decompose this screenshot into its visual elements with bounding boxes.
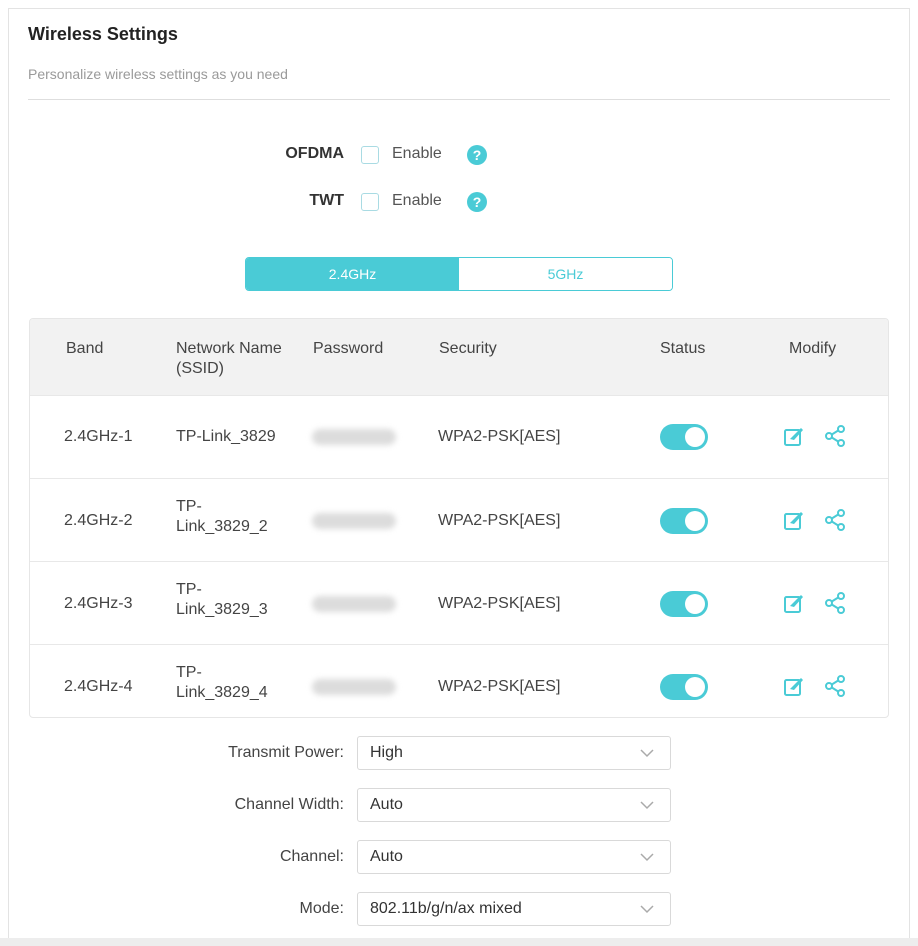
tab-5ghz[interactable]: 5GHz xyxy=(459,258,672,290)
row-ssid: TP- Link_3829_3 xyxy=(176,580,268,620)
transmit-power-select[interactable]: High xyxy=(357,736,671,770)
mode-value: 802.11b/g/n/ax mixed xyxy=(370,900,522,917)
row-ssid: TP-Link_3829 xyxy=(176,427,276,447)
ofdma-label: OFDMA xyxy=(285,145,344,162)
share-icon[interactable] xyxy=(823,591,847,615)
channel-label: Channel: xyxy=(279,848,344,865)
mode-select[interactable]: 802.11b/g/n/ax mixed xyxy=(357,892,671,926)
row-security: WPA2-PSK[AES] xyxy=(438,678,561,695)
tab-2-4ghz[interactable]: 2.4GHz xyxy=(246,258,459,290)
share-icon[interactable] xyxy=(823,508,847,532)
row-band: 2.4GHz-4 xyxy=(64,678,133,695)
chevron-down-icon xyxy=(640,905,654,914)
chevron-down-icon xyxy=(640,749,654,758)
edit-icon[interactable] xyxy=(782,509,806,533)
row-ssid-line1: TP- xyxy=(176,498,202,515)
row-band: 2.4GHz-1 xyxy=(64,428,133,445)
row-ssid-line1: TP-Link_3829 xyxy=(176,428,276,445)
header-modify: Modify xyxy=(789,340,837,357)
band-selector: 2.4GHz 5GHz xyxy=(245,257,673,291)
status-toggle[interactable] xyxy=(660,508,708,534)
row-password-masked xyxy=(312,429,396,445)
ofdma-enable-label: Enable xyxy=(392,145,442,162)
row-security: WPA2-PSK[AES] xyxy=(438,512,561,529)
row-ssid-line2: Link_3829_2 xyxy=(176,518,268,535)
row-ssid: TP- Link_3829_4 xyxy=(176,663,268,703)
channel-value: Auto xyxy=(370,848,403,865)
row-ssid-line2: Link_3829_3 xyxy=(176,601,268,618)
ofdma-enable-checkbox[interactable] xyxy=(361,146,379,164)
channel-width-select[interactable]: Auto xyxy=(357,788,671,822)
mode-label: Mode: xyxy=(299,900,344,917)
table-row: 2.4GHz-3 TP- Link_3829_3 WPA2-PSK[AES] xyxy=(30,561,888,644)
row-ssid-line2: Link_3829_4 xyxy=(176,684,268,701)
twt-label: TWT xyxy=(309,192,344,209)
twt-enable-checkbox[interactable] xyxy=(361,193,379,211)
channel-width-label: Channel Width: xyxy=(234,796,344,813)
share-icon[interactable] xyxy=(823,674,847,698)
status-toggle[interactable] xyxy=(660,424,708,450)
network-table: Band Network Name (SSID) Password Securi… xyxy=(29,318,889,718)
table-row: 2.4GHz-1 TP-Link_3829 WPA2-PSK[AES] xyxy=(30,395,888,478)
row-band: 2.4GHz-3 xyxy=(64,595,133,612)
table-header: Band Network Name (SSID) Password Securi… xyxy=(30,319,888,395)
row-ssid: TP- Link_3829_2 xyxy=(176,497,268,537)
channel-width-value: Auto xyxy=(370,796,403,813)
transmit-power-label: Transmit Power: xyxy=(228,744,344,761)
header-band: Band xyxy=(66,340,104,357)
header-status: Status xyxy=(660,340,706,357)
channel-select[interactable]: Auto xyxy=(357,840,671,874)
header-network-name: Network Name (SSID) xyxy=(176,339,282,379)
bottom-border xyxy=(0,938,918,946)
row-security: WPA2-PSK[AES] xyxy=(438,595,561,612)
page-subtitle: Personalize wireless settings as you nee… xyxy=(28,66,288,82)
row-password-masked xyxy=(312,596,396,612)
status-toggle[interactable] xyxy=(660,674,708,700)
help-icon[interactable]: ? xyxy=(467,192,487,212)
header-ssid-line1: Network Name xyxy=(176,340,282,357)
row-security: WPA2-PSK[AES] xyxy=(438,428,561,445)
twt-enable-label: Enable xyxy=(392,192,442,209)
share-icon[interactable] xyxy=(823,424,847,448)
page-title: Wireless Settings xyxy=(28,24,178,44)
row-band: 2.4GHz-2 xyxy=(64,512,133,529)
table-row: 2.4GHz-4 TP- Link_3829_4 WPA2-PSK[AES] xyxy=(30,644,888,717)
row-ssid-line1: TP- xyxy=(176,581,202,598)
header-divider xyxy=(28,99,890,100)
row-password-masked xyxy=(312,679,396,695)
edit-icon[interactable] xyxy=(782,592,806,616)
header-password: Password xyxy=(313,340,384,357)
edit-icon[interactable] xyxy=(782,425,806,449)
chevron-down-icon xyxy=(640,801,654,810)
transmit-power-value: High xyxy=(370,744,403,761)
chevron-down-icon xyxy=(640,853,654,862)
help-icon[interactable]: ? xyxy=(467,145,487,165)
header-security: Security xyxy=(439,340,497,357)
row-ssid-line1: TP- xyxy=(176,664,202,681)
row-password-masked xyxy=(312,513,396,529)
status-toggle[interactable] xyxy=(660,591,708,617)
edit-icon[interactable] xyxy=(782,675,806,699)
header-ssid-line2: (SSID) xyxy=(176,360,224,377)
table-row: 2.4GHz-2 TP- Link_3829_2 WPA2-PSK[AES] xyxy=(30,478,888,561)
